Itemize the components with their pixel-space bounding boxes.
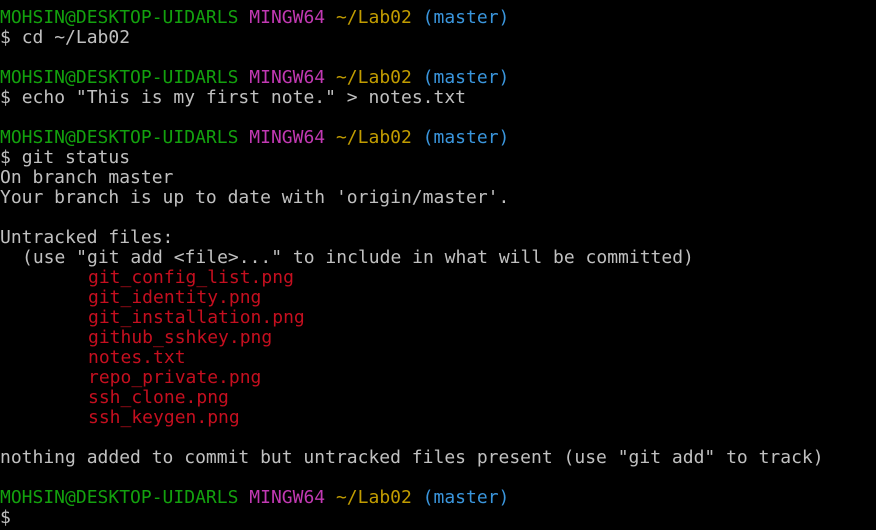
prompt-user-host: MOHSIN@DESKTOP-UIDARLS bbox=[0, 127, 239, 148]
output-branch-line: On branch master bbox=[0, 167, 174, 188]
prompt-branch: (master) bbox=[422, 487, 510, 508]
prompt-system: MINGW64 bbox=[249, 127, 326, 148]
prompt-user-host: MOHSIN@DESKTOP-UIDARLS bbox=[0, 67, 239, 88]
prompt-system: MINGW64 bbox=[249, 67, 326, 88]
prompt-symbol: $ bbox=[0, 507, 11, 528]
prompt-user-host: MOHSIN@DESKTOP-UIDARLS bbox=[0, 487, 239, 508]
prompt-path: ~/Lab02 bbox=[335, 67, 412, 88]
command-line: $ cd ~/Lab02 bbox=[0, 28, 876, 48]
output-uptodate-line: Your branch is up to date with 'origin/m… bbox=[0, 187, 510, 208]
untracked-file: ssh_clone.png bbox=[88, 387, 229, 408]
prompt-user-host: MOHSIN@DESKTOP-UIDARLS bbox=[0, 7, 239, 28]
command-text: cd ~/Lab02 bbox=[21, 27, 131, 48]
output-summary: nothing added to commit but untracked fi… bbox=[0, 447, 824, 468]
untracked-file: git_identity.png bbox=[88, 287, 262, 308]
untracked-file: ssh_keygen.png bbox=[88, 407, 240, 428]
active-command-line[interactable]: $ bbox=[0, 508, 876, 528]
output-hint: (use "git add <file>..." to include in w… bbox=[22, 247, 694, 268]
prompt-line: MOHSIN@DESKTOP-UIDARLS MINGW64 ~/Lab02 (… bbox=[0, 488, 876, 508]
prompt-path: ~/Lab02 bbox=[335, 127, 412, 148]
prompt-symbol: $ bbox=[0, 147, 11, 168]
prompt-symbol: $ bbox=[0, 27, 11, 48]
untracked-file: git_installation.png bbox=[88, 307, 305, 328]
command-text: git status bbox=[21, 147, 131, 168]
untracked-file: repo_private.png bbox=[88, 367, 262, 388]
prompt-symbol: $ bbox=[0, 87, 11, 108]
prompt-line: MOHSIN@DESKTOP-UIDARLS MINGW64 ~/Lab02 (… bbox=[0, 8, 876, 28]
prompt-branch: (master) bbox=[422, 67, 510, 88]
terminal-window[interactable]: MOHSIN@DESKTOP-UIDARLS MINGW64 ~/Lab02 (… bbox=[0, 0, 876, 530]
untracked-file: notes.txt bbox=[88, 347, 186, 368]
prompt-system: MINGW64 bbox=[249, 487, 326, 508]
prompt-line: MOHSIN@DESKTOP-UIDARLS MINGW64 ~/Lab02 (… bbox=[0, 128, 876, 148]
command-line: $ echo "This is my first note." > notes.… bbox=[0, 88, 876, 108]
prompt-branch: (master) bbox=[422, 127, 510, 148]
prompt-branch: (master) bbox=[422, 7, 510, 28]
output-untracked-header: Untracked files: bbox=[0, 227, 174, 248]
prompt-path: ~/Lab02 bbox=[335, 487, 412, 508]
prompt-path: ~/Lab02 bbox=[335, 7, 412, 28]
prompt-system: MINGW64 bbox=[249, 7, 326, 28]
command-line: $ git status bbox=[0, 148, 876, 168]
untracked-file: github_sshkey.png bbox=[88, 327, 273, 348]
untracked-file: git_config_list.png bbox=[88, 267, 294, 288]
prompt-line: MOHSIN@DESKTOP-UIDARLS MINGW64 ~/Lab02 (… bbox=[0, 68, 876, 88]
command-text: echo "This is my first note." > notes.tx… bbox=[21, 87, 467, 108]
